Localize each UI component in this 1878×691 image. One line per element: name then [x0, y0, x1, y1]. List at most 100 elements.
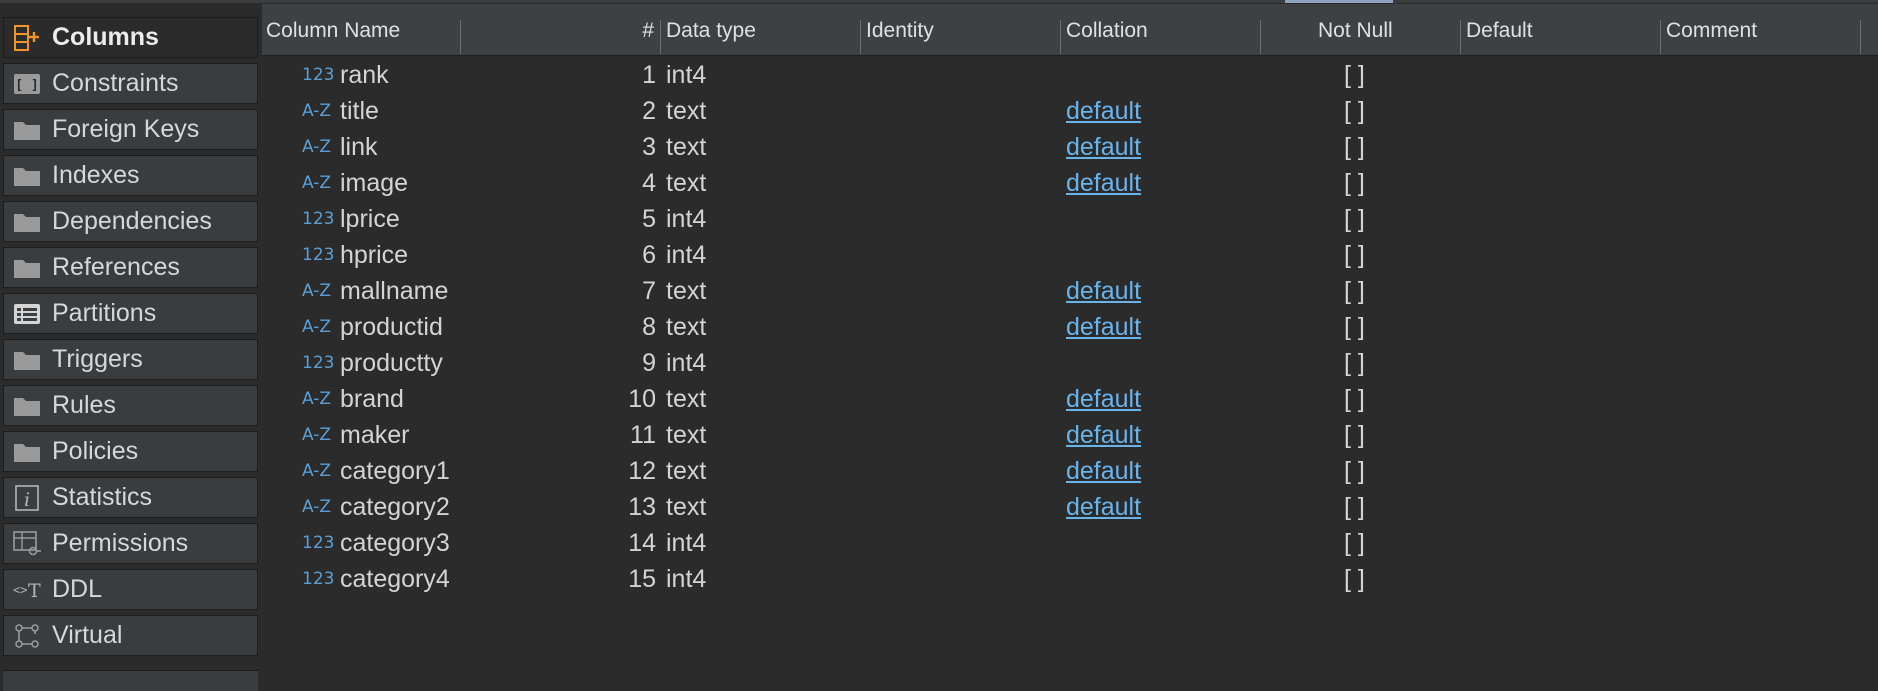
not-null-checkbox[interactable]: [ ] — [1344, 312, 1365, 342]
collation-link[interactable]: default — [1066, 168, 1141, 198]
column-name-cell[interactable]: link — [340, 132, 378, 162]
column-number-cell[interactable]: 7 — [562, 276, 656, 306]
data-type-cell[interactable]: text — [666, 96, 706, 126]
not-null-checkbox[interactable]: [ ] — [1344, 96, 1365, 126]
column-name-cell[interactable]: mallname — [340, 276, 448, 306]
column-name-cell[interactable]: productid — [340, 312, 443, 342]
header-column-name[interactable]: Column Name — [266, 4, 400, 55]
column-number-cell[interactable]: 9 — [562, 348, 656, 378]
data-type-cell[interactable]: text — [666, 384, 706, 414]
column-name-cell[interactable]: brand — [340, 384, 404, 414]
column-name-cell[interactable]: rank — [340, 60, 389, 90]
sidebar-item-partitions[interactable]: Partitions — [3, 293, 258, 334]
data-type-cell[interactable]: text — [666, 456, 706, 486]
column-number-cell[interactable]: 5 — [562, 204, 656, 234]
not-null-checkbox[interactable]: [ ] — [1344, 420, 1365, 450]
data-type-cell[interactable]: text — [666, 132, 706, 162]
data-type-cell[interactable]: text — [666, 168, 706, 198]
table-row[interactable]: 123 rank 1 int4 [ ] — [262, 58, 1878, 94]
column-name-cell[interactable]: lprice — [340, 204, 400, 234]
column-number-cell[interactable]: 3 — [562, 132, 656, 162]
data-type-cell[interactable]: int4 — [666, 348, 706, 378]
sidebar-item-ddl[interactable]: <> T DDL — [3, 569, 258, 610]
not-null-checkbox[interactable]: [ ] — [1344, 276, 1365, 306]
table-row[interactable]: A-Z title 2 text default [ ] — [262, 94, 1878, 130]
data-type-cell[interactable]: text — [666, 492, 706, 522]
not-null-checkbox[interactable]: [ ] — [1344, 348, 1365, 378]
column-number-cell[interactable]: 1 — [562, 60, 656, 90]
table-row[interactable]: A-Z brand 10 text default [ ] — [262, 382, 1878, 418]
not-null-checkbox[interactable]: [ ] — [1344, 492, 1365, 522]
not-null-checkbox[interactable]: [ ] — [1344, 240, 1365, 270]
column-number-cell[interactable]: 8 — [562, 312, 656, 342]
collation-link[interactable]: default — [1066, 384, 1141, 414]
column-name-cell[interactable]: image — [340, 168, 408, 198]
table-row[interactable]: 123 hprice 6 int4 [ ] — [262, 238, 1878, 274]
sidebar-item-foreign-keys[interactable]: Foreign Keys — [3, 109, 258, 150]
sidebar-item-virtual[interactable]: Virtual — [3, 615, 258, 656]
collation-link[interactable]: default — [1066, 420, 1141, 450]
not-null-checkbox[interactable]: [ ] — [1344, 564, 1365, 594]
column-name-cell[interactable]: category1 — [340, 456, 450, 486]
column-name-cell[interactable]: hprice — [340, 240, 408, 270]
collation-link[interactable]: default — [1066, 132, 1141, 162]
data-type-cell[interactable]: int4 — [666, 240, 706, 270]
column-divider[interactable] — [1260, 20, 1261, 54]
sidebar-item-columns[interactable]: Columns — [3, 17, 258, 58]
column-number-cell[interactable]: 6 — [562, 240, 656, 270]
header-data-type[interactable]: Data type — [666, 4, 756, 55]
column-divider[interactable] — [860, 20, 861, 54]
table-row[interactable]: A-Z mallname 7 text default [ ] — [262, 274, 1878, 310]
not-null-checkbox[interactable]: [ ] — [1344, 168, 1365, 198]
sidebar-item-triggers[interactable]: Triggers — [3, 339, 258, 380]
column-name-cell[interactable]: category2 — [340, 492, 450, 522]
not-null-checkbox[interactable]: [ ] — [1344, 60, 1365, 90]
collation-link[interactable]: default — [1066, 492, 1141, 522]
table-row[interactable]: 123 lprice 5 int4 [ ] — [262, 202, 1878, 238]
sidebar-item-rules[interactable]: Rules — [3, 385, 258, 426]
table-row[interactable]: A-Z image 4 text default [ ] — [262, 166, 1878, 202]
not-null-checkbox[interactable]: [ ] — [1344, 528, 1365, 558]
column-divider[interactable] — [660, 20, 661, 54]
header-number[interactable]: # — [642, 4, 654, 55]
table-row[interactable]: 123 category4 15 int4 [ ] — [262, 562, 1878, 598]
collation-link[interactable]: default — [1066, 456, 1141, 486]
sidebar-item-policies[interactable]: Policies — [3, 431, 258, 472]
data-type-cell[interactable]: int4 — [666, 564, 706, 594]
column-name-cell[interactable]: category4 — [340, 564, 450, 594]
not-null-checkbox[interactable]: [ ] — [1344, 204, 1365, 234]
header-not-null[interactable]: Not Null — [1318, 4, 1393, 55]
sidebar-item-statistics[interactable]: i Statistics — [3, 477, 258, 518]
column-number-cell[interactable]: 15 — [562, 564, 656, 594]
table-row[interactable]: 123 productty 9 int4 [ ] — [262, 346, 1878, 382]
data-type-cell[interactable]: int4 — [666, 204, 706, 234]
column-name-cell[interactable]: category3 — [340, 528, 450, 558]
column-name-cell[interactable]: productty — [340, 348, 443, 378]
header-comment[interactable]: Comment — [1666, 4, 1757, 55]
not-null-checkbox[interactable]: [ ] — [1344, 132, 1365, 162]
column-number-cell[interactable]: 13 — [562, 492, 656, 522]
sidebar-item-permissions[interactable]: Permissions — [3, 523, 258, 564]
table-row[interactable]: A-Z category1 12 text default [ ] — [262, 454, 1878, 490]
collation-link[interactable]: default — [1066, 276, 1141, 306]
data-type-cell[interactable]: text — [666, 276, 706, 306]
table-row[interactable]: A-Z link 3 text default [ ] — [262, 130, 1878, 166]
column-number-cell[interactable]: 10 — [562, 384, 656, 414]
column-number-cell[interactable]: 2 — [562, 96, 656, 126]
column-number-cell[interactable]: 12 — [562, 456, 656, 486]
table-row[interactable]: A-Z category2 13 text default [ ] — [262, 490, 1878, 526]
header-collation[interactable]: Collation — [1066, 4, 1148, 55]
column-name-cell[interactable]: title — [340, 96, 379, 126]
column-divider[interactable] — [1460, 20, 1461, 54]
not-null-checkbox[interactable]: [ ] — [1344, 384, 1365, 414]
table-row[interactable]: 123 category3 14 int4 [ ] — [262, 526, 1878, 562]
sidebar-item-constraints[interactable]: [ ] Constraints — [3, 63, 258, 104]
sidebar-item-references[interactable]: References — [3, 247, 258, 288]
column-divider[interactable] — [1660, 20, 1661, 54]
column-number-cell[interactable]: 11 — [562, 420, 656, 450]
data-type-cell[interactable]: int4 — [666, 528, 706, 558]
column-divider[interactable] — [1060, 20, 1061, 54]
collation-link[interactable]: default — [1066, 96, 1141, 126]
data-type-cell[interactable]: text — [666, 312, 706, 342]
data-type-cell[interactable]: text — [666, 420, 706, 450]
